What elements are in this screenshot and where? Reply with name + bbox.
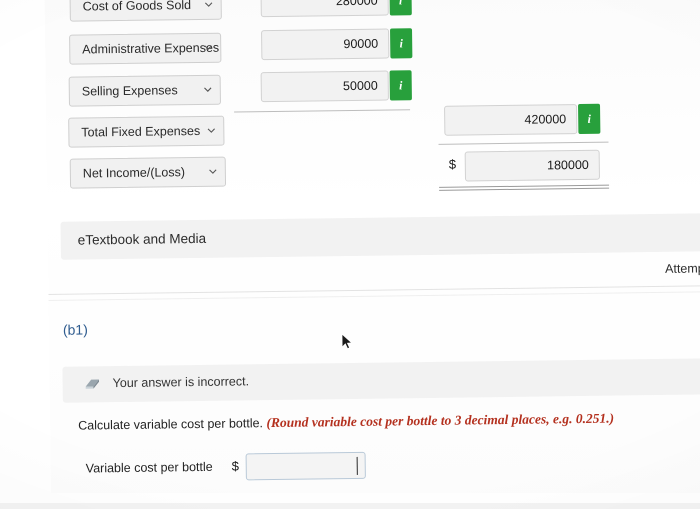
subtotal-info-badge[interactable]: i bbox=[578, 103, 601, 135]
account-select-1-label: Administrative Expenses bbox=[82, 40, 220, 57]
subtotal-info-badge-label: i bbox=[587, 111, 591, 126]
chevron-down-icon bbox=[204, 86, 212, 94]
info-badge-0[interactable]: i bbox=[389, 0, 412, 16]
question-prompt-text: Calculate variable cost per bottle. bbox=[78, 416, 264, 433]
statement-row: Administrative Expenses 90000 i bbox=[43, 26, 700, 69]
account-select-2[interactable]: Selling Expenses bbox=[68, 74, 221, 107]
incorrect-answer-text: Your answer is incorrect. bbox=[112, 374, 250, 391]
chevron-down-icon bbox=[204, 44, 212, 52]
attempts-label: Attempt bbox=[665, 261, 700, 276]
info-badge-1-label: i bbox=[399, 36, 403, 51]
amount-input-2-value: 50000 bbox=[342, 78, 378, 94]
screenshot-root: Cost of Goods Sold 280000 i Administrati… bbox=[0, 0, 700, 509]
account-select-2-label: Selling Expenses bbox=[81, 83, 178, 99]
account-select-0[interactable]: Cost of Goods Sold bbox=[69, 0, 222, 22]
total-currency-symbol: $ bbox=[448, 156, 457, 172]
info-badge-0-label: i bbox=[398, 0, 403, 8]
mouse-cursor-icon bbox=[341, 333, 353, 351]
answer-currency-symbol: $ bbox=[231, 458, 240, 474]
account-select-4[interactable]: Net Income/(Loss) bbox=[69, 156, 227, 189]
variable-cost-per-bottle-input[interactable] bbox=[245, 451, 366, 481]
statement-row: Selling Expenses 50000 i bbox=[44, 67, 700, 110]
section-divider bbox=[0, 284, 700, 296]
statement-row: Cost of Goods Sold 280000 i bbox=[43, 0, 700, 28]
info-badge-2[interactable]: i bbox=[389, 70, 412, 101]
question-prompt-hint: (Round variable cost per bottle to 3 dec… bbox=[266, 410, 615, 431]
amount-input-2[interactable]: 50000 bbox=[260, 70, 389, 103]
text-caret bbox=[356, 456, 358, 475]
chevron-down-icon bbox=[204, 1, 213, 9]
info-badge-2-label: i bbox=[398, 78, 403, 93]
subtotal-input-value: 420000 bbox=[524, 112, 567, 127]
account-select-4-label: Net Income/(Loss) bbox=[82, 165, 186, 181]
etextbook-and-media-bar[interactable]: eTextbook and Media bbox=[60, 213, 700, 260]
account-select-3[interactable]: Total Fixed Expenses bbox=[68, 115, 225, 148]
total-input[interactable]: 180000 bbox=[464, 149, 601, 182]
incorrect-answer-banner: Your answer is incorrect. bbox=[62, 358, 700, 403]
statement-row: Total Fixed Expenses 420000 i bbox=[44, 103, 700, 152]
chevron-down-icon bbox=[207, 127, 215, 135]
page-plane: Cost of Goods Sold 280000 i Administrati… bbox=[0, 0, 700, 509]
account-select-0-label: Cost of Goods Sold bbox=[82, 0, 192, 14]
amount-input-1-value: 90000 bbox=[343, 36, 379, 52]
account-select-1[interactable]: Administrative Expenses bbox=[69, 32, 222, 65]
chevron-down-icon bbox=[209, 168, 217, 176]
etextbook-and-media-label: eTextbook and Media bbox=[77, 230, 207, 248]
eraser-icon bbox=[85, 377, 101, 390]
total-input-value: 180000 bbox=[547, 157, 589, 173]
part-b1-label: (b1) bbox=[62, 321, 88, 338]
page-bottom-edge bbox=[0, 493, 700, 509]
total-rule-2 bbox=[439, 187, 610, 191]
statement-row: Net Income/(Loss) $ 180000 bbox=[45, 149, 700, 193]
amount-input-0-value: 280000 bbox=[335, 0, 378, 9]
amount-input-1[interactable]: 90000 bbox=[261, 28, 390, 61]
account-select-3-label: Total Fixed Expenses bbox=[81, 123, 201, 140]
question-prompt: Calculate variable cost per bottle. (Rou… bbox=[78, 411, 614, 434]
page-left-margin bbox=[0, 0, 52, 509]
info-badge-1[interactable]: i bbox=[390, 28, 413, 59]
answer-label: Variable cost per bottle bbox=[85, 459, 213, 476]
subtotal-input[interactable]: 420000 bbox=[444, 104, 578, 136]
answer-row: Variable cost per bottle $ bbox=[0, 448, 689, 487]
amount-input-0[interactable]: 280000 bbox=[260, 0, 389, 18]
column-rule-1 bbox=[234, 109, 411, 113]
